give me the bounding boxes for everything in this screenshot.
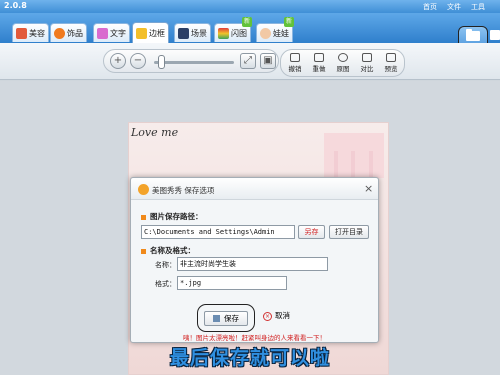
- menu-home[interactable]: 首页: [423, 2, 437, 12]
- actual-size-icon[interactable]: ▣: [260, 53, 276, 69]
- tutorial-caption: 最后保存就可以啦: [169, 347, 330, 369]
- tab-label: 娃娃: [273, 28, 289, 38]
- save-confirm-label: 保存: [224, 314, 239, 323]
- zoom-slider-track[interactable]: [154, 61, 234, 64]
- cancel-button[interactable]: × 取消: [263, 309, 311, 325]
- frame-icon: [136, 27, 147, 39]
- save-options-dialog: 美图秀秀 保存选项 × 图片保存路径： C:\Documents and Set…: [130, 177, 379, 343]
- original-button[interactable]: 原图: [332, 53, 354, 73]
- save-as-button[interactable]: 另存: [298, 225, 325, 239]
- format-select[interactable]: *.jpg: [177, 276, 287, 290]
- zoom-out-icon[interactable]: −: [130, 53, 146, 69]
- title-bar: 2.0.8 首页 文件 工具: [0, 0, 500, 13]
- beauty-icon: [16, 27, 27, 39]
- save-path-field[interactable]: C:\Documents and Settings\Admin: [141, 225, 295, 239]
- compare-label: 对比: [360, 65, 374, 73]
- history-tools: 撤销 重做 原图 对比 预览: [280, 49, 405, 77]
- original-label: 原图: [336, 65, 350, 73]
- tab-doll[interactable]: 娃娃 新: [256, 17, 294, 42]
- name-section-label: 名称及格式：: [150, 246, 195, 255]
- doll-icon: [260, 27, 271, 39]
- undo-label: 撤销: [288, 65, 302, 73]
- zoom-in-icon[interactable]: +: [110, 53, 126, 69]
- close-icon[interactable]: ×: [364, 183, 373, 194]
- tab-text[interactable]: 文字: [93, 23, 130, 42]
- new-badge: 新: [242, 17, 252, 27]
- redo-label: 重做: [312, 65, 326, 73]
- cancel-icon: ×: [263, 312, 272, 321]
- tab-label: 闪图: [231, 28, 247, 38]
- preview-button[interactable]: 预览: [380, 53, 402, 73]
- app-version: 2.0.8: [4, 1, 27, 10]
- app-logo-icon: [138, 184, 149, 195]
- module-tab-bar: 美容 饰品 文字 边框 场景 闪图 新 娃娃 新 打开 保存: [0, 13, 500, 56]
- menu-tools[interactable]: 工具: [471, 2, 485, 12]
- undo-button[interactable]: 撤销: [284, 53, 306, 73]
- preview-icon: [386, 53, 396, 62]
- tab-label: 饰品: [67, 28, 83, 38]
- fit-window-icon[interactable]: ⤢: [240, 53, 256, 69]
- undo-icon: [290, 53, 300, 62]
- dialog-title: 美图秀秀 保存选项: [152, 186, 215, 195]
- save-confirm-button[interactable]: 保存: [204, 311, 248, 326]
- redo-button[interactable]: 重做: [308, 53, 330, 73]
- preview-label: 预览: [384, 65, 398, 73]
- bullet-icon: [141, 214, 146, 220]
- tab-label: 文字: [110, 28, 126, 38]
- tab-label: 边框: [149, 28, 165, 38]
- tab-label: 场景: [191, 28, 207, 38]
- folder-icon: [466, 29, 480, 41]
- edit-toolbar: + − ⤢ ▣ 撤销 重做 原图 对比 预览: [0, 43, 500, 80]
- save-icon: [490, 30, 500, 40]
- text-icon: [97, 27, 108, 39]
- filename-input[interactable]: 非主流时尚学生装: [177, 257, 328, 271]
- tab-beauty[interactable]: 美容: [12, 23, 49, 42]
- redo-icon: [314, 53, 324, 62]
- tab-scene[interactable]: 场景: [174, 23, 211, 42]
- compare-button[interactable]: 对比: [356, 53, 378, 73]
- format-label: 格式：: [155, 280, 176, 288]
- new-badge: 新: [284, 17, 294, 27]
- menu-file[interactable]: 文件: [447, 2, 461, 12]
- tab-flash[interactable]: 闪图 新: [214, 17, 252, 42]
- compare-icon: [362, 53, 372, 62]
- tab-frame[interactable]: 边框: [132, 22, 169, 43]
- flash-icon: [218, 27, 229, 39]
- open-directory-button[interactable]: 打开目录: [329, 225, 369, 239]
- tab-accessories[interactable]: 饰品: [50, 23, 87, 42]
- photo-overlay-text: Love me: [131, 126, 179, 139]
- dialog-title-bar: 美图秀秀 保存选项 ×: [131, 178, 378, 200]
- scene-icon: [178, 27, 189, 39]
- name-section-heading: 名称及格式：: [141, 245, 195, 256]
- tab-label: 美容: [29, 28, 45, 38]
- heart-icon: [54, 27, 65, 39]
- name-label: 名称：: [155, 261, 176, 269]
- path-section-heading: 图片保存路径：: [141, 211, 203, 222]
- save-confirm-highlight: 保存: [197, 304, 255, 332]
- original-icon: [338, 53, 348, 62]
- zoom-controls: + − ⤢ ▣: [103, 49, 279, 73]
- dialog-tip-text: 咦！图片太漂亮啦！赶紧叫身边的人来看看一下！: [183, 334, 326, 342]
- path-section-label: 图片保存路径：: [150, 212, 203, 221]
- cancel-label: 取消: [275, 311, 290, 320]
- zoom-slider-knob[interactable]: [158, 55, 165, 69]
- bullet-icon: [141, 248, 146, 254]
- floppy-icon: [213, 315, 220, 322]
